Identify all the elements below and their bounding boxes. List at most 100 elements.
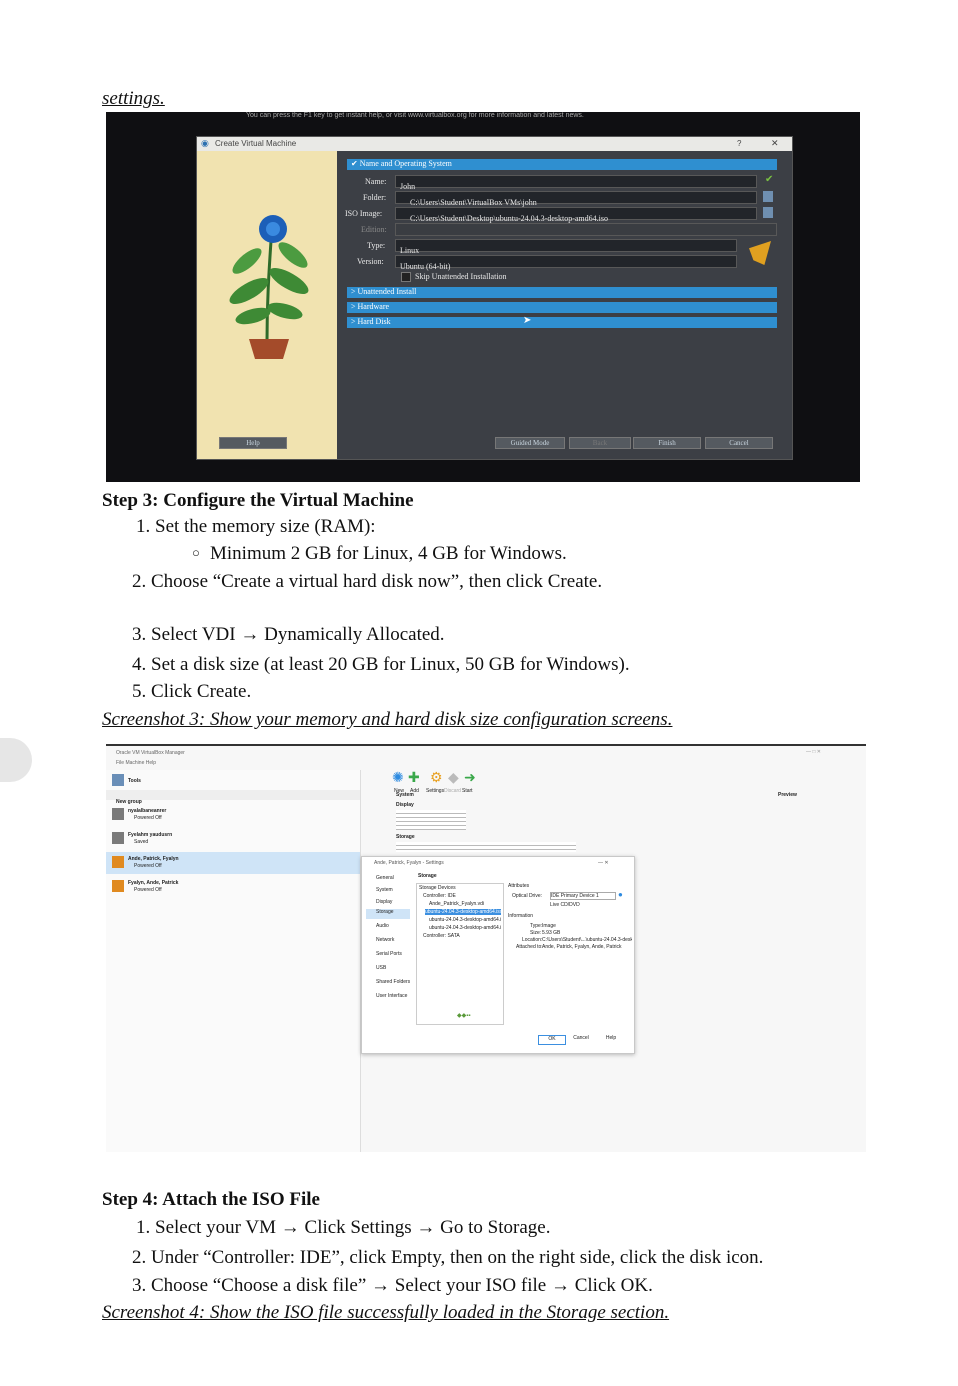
section-hardware-label: Hardware	[357, 302, 390, 311]
step3-item2: 2. Choose “Create a virtual hard disk no…	[132, 571, 603, 592]
help-button[interactable]: Help	[598, 1035, 624, 1043]
iso-label: ISO Image:	[345, 209, 383, 218]
vm-state: Saved	[134, 839, 149, 845]
iso-browse-icon[interactable]	[763, 207, 773, 218]
nav-storage[interactable]: Storage	[366, 909, 410, 919]
nav-system[interactable]: System	[376, 887, 393, 893]
help-question-icon[interactable]: ?	[737, 139, 741, 148]
info-attached-label: Attached to:	[516, 944, 543, 950]
vm-list-item[interactable]: Fyalyn, Ande, Patrick Powered Off	[106, 876, 360, 898]
vm-list-item[interactable]: nyalalbaneanrer Powered Off	[106, 804, 360, 826]
step3-item1: 1. Set the memory size (RAM):	[136, 516, 376, 537]
close-icon[interactable]: ✕	[771, 138, 779, 149]
nav-audio[interactable]: Audio	[376, 923, 389, 929]
cancel-button[interactable]: Cancel	[705, 437, 773, 449]
edition-label: Edition:	[361, 225, 387, 234]
section-unattended-label: Unattended Install	[357, 287, 417, 296]
name-field[interactable]: John	[395, 175, 757, 191]
info-size-label: Size:	[530, 930, 542, 936]
vm-os-icon	[112, 832, 124, 844]
settings-window-controls[interactable]: — ✕	[598, 860, 609, 866]
step4-heading: Step 4: Attach the ISO File	[102, 1189, 320, 1210]
nav-shared[interactable]: Shared Folders	[376, 979, 410, 985]
controller-sata[interactable]: Controller: SATA	[423, 933, 460, 939]
storage-header: Storage	[418, 873, 437, 879]
create-vm-dialog: ◉ Create Virtual Machine ? ✕ ✔ Name and …	[196, 136, 793, 460]
skip-checkbox[interactable]	[401, 272, 411, 282]
tools-label[interactable]: Tools	[128, 778, 141, 784]
step3-item4: 4. Set a disk size (at least 20 GB for L…	[132, 654, 630, 675]
settings-link[interactable]: settings.	[102, 88, 165, 110]
controller-ide[interactable]: Controller: IDE	[423, 893, 456, 899]
guided-mode-button[interactable]: Guided Mode	[495, 437, 565, 449]
info-type-value: Image	[542, 923, 556, 929]
edition-field[interactable]	[395, 223, 777, 236]
step3-sub1: Minimum 2 GB for Linux, 4 GB for Windows…	[210, 543, 567, 564]
nav-display[interactable]: Display	[376, 899, 392, 905]
live-cd-checkbox[interactable]: Live CD/DVD	[550, 902, 580, 908]
ok-button[interactable]: OK	[538, 1035, 566, 1045]
vbox-manager-screenshot: Oracle VM VirtualBox Manager File Machin…	[106, 744, 866, 1152]
optical-drive-select[interactable]: IDE Primary Device 1	[550, 892, 616, 900]
screenshot3-caption: Screenshot 3: Show your memory and hard …	[102, 709, 673, 730]
storage-devices-label: Storage Devices	[419, 885, 456, 891]
iso-field[interactable]: C:\Users\Student\Desktop\ubuntu-24.04.3-…	[395, 207, 757, 223]
section-name-os[interactable]: ✔ Name and Operating System	[347, 159, 777, 170]
iso-value: C:\Users\Student\Desktop\ubuntu-24.04.3-…	[410, 214, 608, 223]
info-location-label: Location:	[522, 937, 543, 943]
storage-tree-action-icons[interactable]: ◆◆▪▪	[457, 1012, 470, 1019]
folder-browse-icon[interactable]	[763, 191, 773, 202]
storage-tree: Storage Devices Controller: IDE Ande_Pat…	[416, 883, 504, 1025]
vm-os-icon	[112, 808, 124, 820]
help-button[interactable]: Help	[219, 437, 287, 449]
vm-list-item[interactable]: Fyelahm yaudusrn Saved	[106, 828, 360, 850]
version-label: Version:	[357, 257, 384, 266]
storage-lines	[396, 842, 576, 852]
folder-field[interactable]: C:\Users\Student\VirtualBox VMs\john	[395, 191, 757, 207]
check-icon: ✔	[765, 174, 774, 185]
group-row[interactable]: New group	[106, 790, 360, 805]
finish-button[interactable]: Finish	[633, 437, 701, 449]
section-hard-disk[interactable]: > Hard Disk	[347, 317, 777, 328]
step3-sub1-bullet: ○	[192, 545, 200, 560]
vbox-logo-icon: ◉	[201, 138, 209, 148]
window-controls[interactable]: — □ ✕	[806, 749, 821, 755]
settings-dialog: Ande, Patrick, Fyalyn - Settings — ✕ Gen…	[361, 856, 635, 1054]
vm-state: Powered Off	[134, 815, 162, 821]
step4-item3: 3. Choose “Choose a disk file” → Select …	[132, 1275, 653, 1296]
nav-usb[interactable]: USB	[376, 965, 386, 971]
info-attached-value: Ande, Patrick, Fyalyn, Ande, Patrick	[542, 944, 622, 950]
vm-list-item-selected[interactable]: Ande, Patrick, Fyalyn Powered Off	[106, 852, 360, 874]
top-note: You can press the F1 key to get instant …	[246, 112, 584, 119]
section-unattended[interactable]: > Unattended Install	[347, 287, 777, 298]
section-name-os-label: Name and Operating System	[359, 159, 452, 168]
toolbar-discard: Discard	[444, 788, 461, 794]
add-icon[interactable]: ✚	[408, 770, 420, 787]
nav-general[interactable]: General	[376, 875, 394, 881]
back-button[interactable]: Back	[569, 437, 631, 449]
start-icon[interactable]: ➜	[464, 770, 476, 787]
vm-state: Powered Off	[134, 887, 162, 893]
step3-item5: 5. Click Create.	[132, 681, 252, 702]
step3-heading: Step 3: Configure the Virtual Machine	[102, 490, 414, 511]
nav-ui[interactable]: User Interface	[376, 993, 407, 999]
section-hardware[interactable]: > Hardware	[347, 302, 777, 313]
nav-serial[interactable]: Serial Ports	[376, 951, 402, 957]
type-select[interactable]: Linux	[395, 239, 737, 255]
disk-vdi[interactable]: Ande_Patrick_Fyalyn.vdi	[429, 901, 484, 907]
system-section: System	[396, 792, 414, 798]
manager-menu[interactable]: File Machine Help	[116, 760, 156, 766]
vm-name: Ande, Patrick, Fyalyn	[128, 856, 179, 862]
discard-icon[interactable]: ◆	[448, 770, 459, 787]
iso-entry[interactable]: ubuntu-24.04.3-desktop-amd64.iso	[429, 917, 501, 923]
settings-icon[interactable]: ⚙	[430, 770, 443, 787]
disk-icon[interactable]: ●	[618, 890, 623, 899]
storage-section: Storage	[396, 834, 415, 840]
iso-entry[interactable]: ubuntu-24.04.3-desktop-amd64.iso	[429, 925, 501, 931]
new-icon[interactable]: ✺	[392, 770, 404, 787]
cancel-button[interactable]: Cancel	[568, 1035, 594, 1043]
iso-selected[interactable]: ubuntu-24.04.3-desktop-amd64.iso	[425, 909, 501, 915]
name-label: Name:	[365, 177, 387, 186]
version-select[interactable]: Ubuntu (64-bit)	[395, 255, 737, 271]
nav-network[interactable]: Network	[376, 937, 394, 943]
